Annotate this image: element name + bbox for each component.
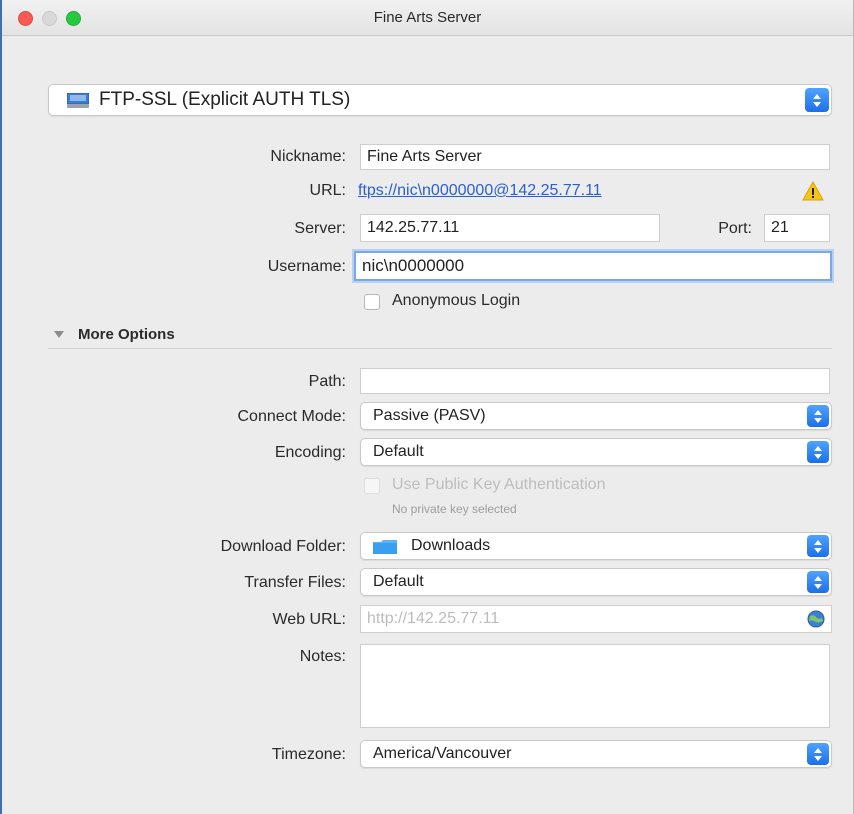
username-label: Username: (267, 258, 346, 275)
chevron-up-icon (814, 747, 822, 753)
chevron-down-icon (814, 453, 822, 459)
bookmark-window: Fine Arts Server FTP-SSL (Explicit AUTH … (0, 0, 854, 814)
connect-mode-label: Connect Mode: (237, 408, 346, 425)
path-field[interactable] (360, 368, 830, 394)
warning-icon[interactable] (802, 181, 824, 201)
protocol-select[interactable]: FTP-SSL (Explicit AUTH TLS) (48, 84, 832, 116)
encoding-label: Encoding: (274, 444, 346, 461)
encoding-stepper[interactable] (807, 441, 829, 463)
chevron-down-icon (813, 101, 821, 107)
web-url-placeholder: http://142.25.77.11 (367, 610, 500, 627)
transfer-files-select[interactable]: Default (360, 568, 832, 596)
chevron-up-icon (814, 539, 822, 545)
public-key-checkbox (364, 478, 380, 494)
nickname-label: Nickname: (270, 148, 346, 165)
server-label: Server: (294, 220, 346, 237)
anonymous-login-label[interactable]: Anonymous Login (392, 292, 520, 310)
url-label: URL: (309, 182, 346, 199)
download-folder-stepper[interactable] (807, 535, 829, 557)
connect-mode-stepper[interactable] (807, 405, 829, 427)
folder-icon (373, 540, 397, 554)
timezone-value: America/Vancouver (373, 745, 512, 762)
timezone-label: Timezone: (271, 746, 346, 763)
connect-mode-value: Passive (PASV) (373, 407, 486, 424)
chevron-up-icon (814, 409, 822, 415)
encoding-select[interactable]: Default (360, 438, 832, 466)
protocol-stepper[interactable] (805, 88, 829, 112)
chevron-up-icon (813, 93, 821, 99)
disclosure-triangle-icon[interactable] (54, 331, 64, 338)
chevron-up-icon (814, 575, 822, 581)
chevron-down-icon (814, 417, 822, 423)
transfer-files-stepper[interactable] (807, 571, 829, 593)
timezone-select[interactable]: America/Vancouver (360, 740, 832, 768)
timezone-stepper[interactable] (807, 743, 829, 765)
download-folder-select[interactable]: Downloads (360, 532, 832, 560)
notes-label: Notes: (299, 648, 346, 665)
chevron-up-icon (814, 445, 822, 451)
title-bar[interactable]: Fine Arts Server (2, 0, 853, 36)
connect-mode-select[interactable]: Passive (PASV) (360, 402, 832, 430)
web-url-field[interactable]: http://142.25.77.11 (360, 605, 832, 633)
path-label: Path: (308, 373, 346, 390)
globe-icon[interactable] (807, 610, 825, 628)
public-key-status: No private key selected (392, 502, 517, 516)
more-options-toggle[interactable]: More Options (78, 326, 175, 343)
nickname-field[interactable]: Fine Arts Server (360, 144, 830, 170)
download-folder-label: Download Folder: (220, 538, 346, 555)
download-folder-value: Downloads (411, 537, 491, 554)
chevron-down-icon (814, 547, 822, 553)
username-field[interactable]: nic\n0000000 (354, 251, 832, 281)
port-field[interactable]: 21 (764, 214, 830, 242)
encoding-value: Default (373, 443, 424, 460)
section-divider (48, 348, 832, 349)
chevron-down-icon (814, 755, 822, 761)
public-key-label: Use Public Key Authentication (392, 476, 606, 493)
protocol-select-value: FTP-SSL (Explicit AUTH TLS) (99, 89, 351, 110)
web-url-label: Web URL: (272, 611, 346, 628)
disk-icon (67, 93, 89, 108)
chevron-down-icon (814, 583, 822, 589)
window-title: Fine Arts Server (373, 9, 482, 26)
url-link[interactable]: ftps://nic\n0000000@142.25.77.11 (358, 182, 602, 200)
transfer-files-value: Default (373, 573, 424, 590)
transfer-files-label: Transfer Files: (244, 574, 346, 591)
anonymous-login-checkbox[interactable] (364, 294, 380, 310)
port-label: Port: (718, 220, 752, 237)
notes-textarea[interactable] (360, 644, 830, 728)
